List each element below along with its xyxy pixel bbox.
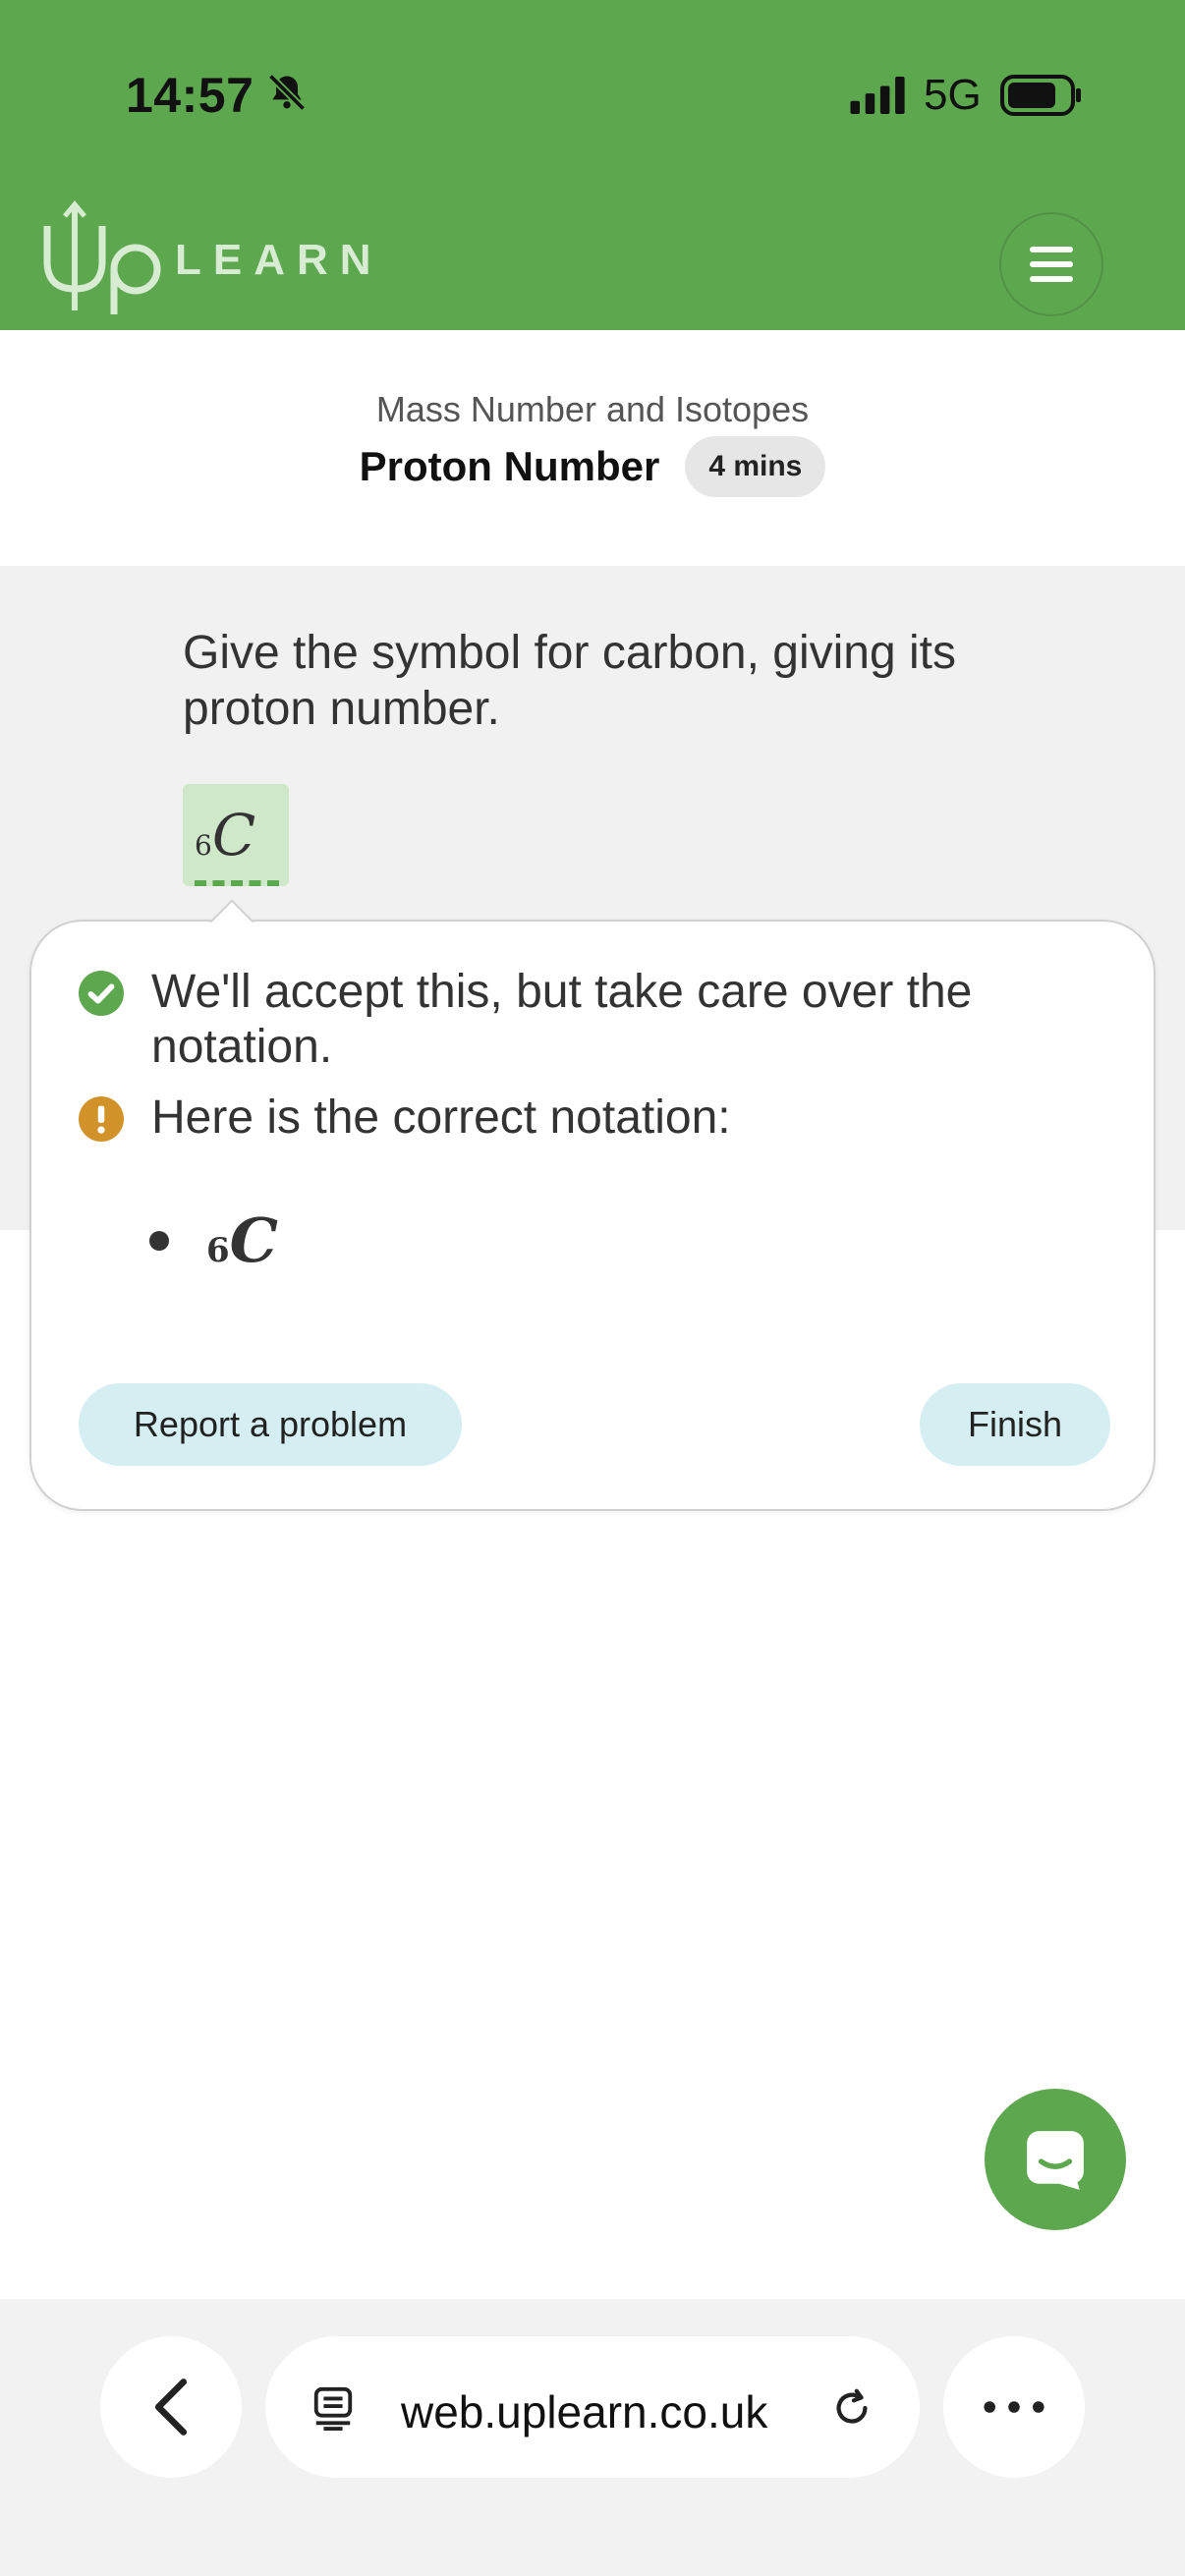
signal-icon — [850, 77, 905, 114]
battery-icon — [1000, 75, 1081, 116]
finish-button[interactable]: Finish — [920, 1383, 1110, 1466]
browser-toolbar: web.uplearn.co.uk — [0, 2299, 1185, 2576]
chat-button[interactable] — [985, 2089, 1126, 2230]
bullet-dot — [149, 1230, 169, 1251]
more-icon — [984, 2401, 1044, 2413]
network-label: 5G — [924, 71, 982, 119]
answer-subscript: 6 — [195, 829, 212, 862]
correct-notation-item: 6C — [149, 1204, 278, 1276]
check-circle-icon — [79, 971, 124, 1016]
report-problem-button[interactable]: Report a problem — [79, 1383, 462, 1466]
menu-button[interactable] — [999, 212, 1103, 316]
reader-icon — [313, 2386, 353, 2431]
question-text: Give the symbol for carbon, giving its p… — [183, 627, 957, 735]
app-header: 14:57 5G LEARN — [0, 0, 1185, 330]
accept-row: We'll accept this, but take care over th… — [79, 965, 1114, 1075]
address-bar[interactable]: web.uplearn.co.uk — [265, 2336, 920, 2478]
lesson-heading: Mass Number and Isotopes Proton Number 4… — [0, 330, 1185, 566]
correction-message: Here is the correct notation: — [151, 1092, 731, 1144]
answer-formula: 6C — [195, 802, 255, 868]
correct-symbol: C — [229, 1204, 279, 1276]
menu-icon — [1030, 247, 1073, 282]
chat-icon — [1027, 2131, 1084, 2190]
lesson-title-row: Proton Number 4 mins — [0, 436, 1185, 497]
alert-circle-icon — [79, 1096, 124, 1142]
chevron-left-icon — [154, 2379, 188, 2436]
answer-underline — [195, 880, 279, 886]
correct-formula: 6C — [206, 1204, 278, 1276]
correct-subscript: 6 — [206, 1231, 230, 1270]
duration-badge: 4 mins — [685, 436, 826, 497]
status-time: 14:57 — [126, 68, 254, 123]
more-options-button[interactable] — [943, 2336, 1085, 2478]
answer-chip[interactable]: 6C — [183, 784, 289, 886]
answer-symbol: C — [211, 802, 256, 868]
lesson-section: Mass Number and Isotopes — [375, 389, 810, 429]
lesson-title: Proton Number — [359, 443, 660, 489]
accept-message: We'll accept this, but take care over th… — [151, 966, 973, 1073]
logo-text: LEARN — [175, 236, 383, 284]
reload-icon[interactable] — [829, 2385, 875, 2431]
url-text: web.uplearn.co.uk — [401, 2386, 768, 2437]
correction-row: Here is the correct notation: — [79, 1091, 1114, 1146]
back-button[interactable] — [100, 2336, 242, 2478]
bell-off-icon — [267, 73, 307, 112]
feedback-popup: We'll accept this, but take care over th… — [29, 920, 1156, 1511]
